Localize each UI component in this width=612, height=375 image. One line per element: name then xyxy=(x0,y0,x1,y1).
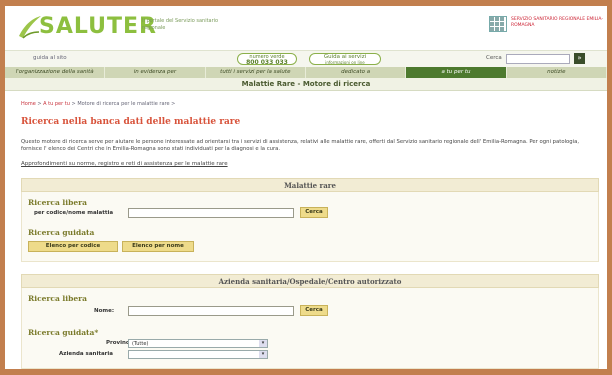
elenco-per-codice-button[interactable]: Elenco per codice xyxy=(28,241,118,252)
content-heading: Ricerca nella banca dati delle malattie … xyxy=(21,117,241,127)
nav-item-a-tu-per-tu[interactable]: a tu per tu xyxy=(406,67,507,78)
azienda-cerca-button[interactable]: Cerca xyxy=(300,305,328,316)
site-guide-link[interactable]: guida al sito xyxy=(33,55,67,61)
nav-item-servizi[interactable]: tutti i servizi per la salute xyxy=(206,67,306,78)
azienda-ricerca-guidata-title: Ricerca guidata* xyxy=(28,328,99,337)
ricerca-libera-title: Ricerca libera xyxy=(28,198,87,207)
breadcrumb-sep: > xyxy=(71,101,76,107)
elenco-per-nome-button[interactable]: Elenco per nome xyxy=(122,241,194,252)
main-nav: l'organizzazione della sanità in evidenz… xyxy=(5,67,607,78)
azienda-sanitaria-label: Azienda sanitaria xyxy=(59,351,113,357)
service-guide-sub: informazioni on line xyxy=(325,60,365,65)
azienda-panel: Ricerca libera Nome: Cerca Ricerca guida… xyxy=(21,288,599,369)
intro-text: Questo motore di ricerca serve per aiuta… xyxy=(21,139,580,152)
region-logo-icon xyxy=(489,16,507,32)
azienda-nome-input[interactable] xyxy=(128,306,294,316)
search-input[interactable] xyxy=(506,54,570,64)
region-name[interactable]: SERVIZIO SANITARIO REGIONALE EMILIA-ROMA… xyxy=(511,17,607,29)
breadcrumb-current: Motore di ricerca per le malattie rare > xyxy=(77,101,176,107)
breadcrumb-a-tu-per-tu[interactable]: A tu per tu xyxy=(43,101,70,107)
nav-item-in-evidenza[interactable]: in evidenza per xyxy=(105,67,206,78)
site-logo-subtitle: Il portale del Servizio sanitario region… xyxy=(142,18,219,31)
provincia-selected-value: (Tutte) xyxy=(132,341,149,347)
malattia-cerca-button[interactable]: Cerca xyxy=(300,207,328,218)
approfondimenti-link[interactable]: Approfondimenti su norme, registro e ret… xyxy=(21,161,228,167)
page-title: Malattie Rare - Motore di ricerca xyxy=(5,78,607,91)
breadcrumb-sep: > xyxy=(37,101,42,107)
utility-bar: guida al sito numero verde 800 033 033 G… xyxy=(5,50,607,67)
chevron-down-icon: ▾ xyxy=(259,351,267,358)
breadcrumb: Home > A tu per tu > Motore di ricerca p… xyxy=(21,101,175,107)
azienda-sanitaria-select[interactable]: ▾ xyxy=(128,350,268,359)
nome-label: Nome: xyxy=(94,308,115,314)
toll-free-badge[interactable]: numero verde 800 033 033 xyxy=(237,53,297,66)
chevron-down-icon: ▾ xyxy=(259,340,267,347)
search-button[interactable]: » xyxy=(574,53,585,64)
nav-item-dedicato[interactable]: dedicato a xyxy=(306,67,407,78)
service-guide-badge[interactable]: Guida ai servizi informazioni on line xyxy=(309,53,381,65)
nav-item-organizzazione[interactable]: l'organizzazione della sanità xyxy=(5,67,106,78)
site-logo-text[interactable]: SALUTER xyxy=(39,14,157,39)
breadcrumb-home[interactable]: Home xyxy=(21,101,36,107)
search-label: Cerca xyxy=(486,55,502,61)
codice-nome-label: per codice/nome malattia xyxy=(34,210,114,216)
malattie-rare-header: Malattie rare xyxy=(21,178,599,192)
ricerca-guidata-title: Ricerca guidata xyxy=(28,228,95,237)
browser-frame: SALUTER Il portale del Servizio sanitari… xyxy=(5,6,607,369)
azienda-ricerca-libera-title: Ricerca libera xyxy=(28,294,87,303)
provincia-select[interactable]: (Tutte) ▾ xyxy=(128,339,268,348)
malattie-rare-panel: Ricerca libera per codice/nome malattia … xyxy=(21,192,599,262)
malattia-search-input[interactable] xyxy=(128,208,294,218)
site-header: SALUTER Il portale del Servizio sanitari… xyxy=(5,6,607,50)
toll-free-number: 800 033 033 xyxy=(246,59,288,66)
nav-item-notizie[interactable]: notizie xyxy=(507,67,607,78)
azienda-header: Azienda sanitaria/Ospedale/Centro autori… xyxy=(21,274,599,288)
